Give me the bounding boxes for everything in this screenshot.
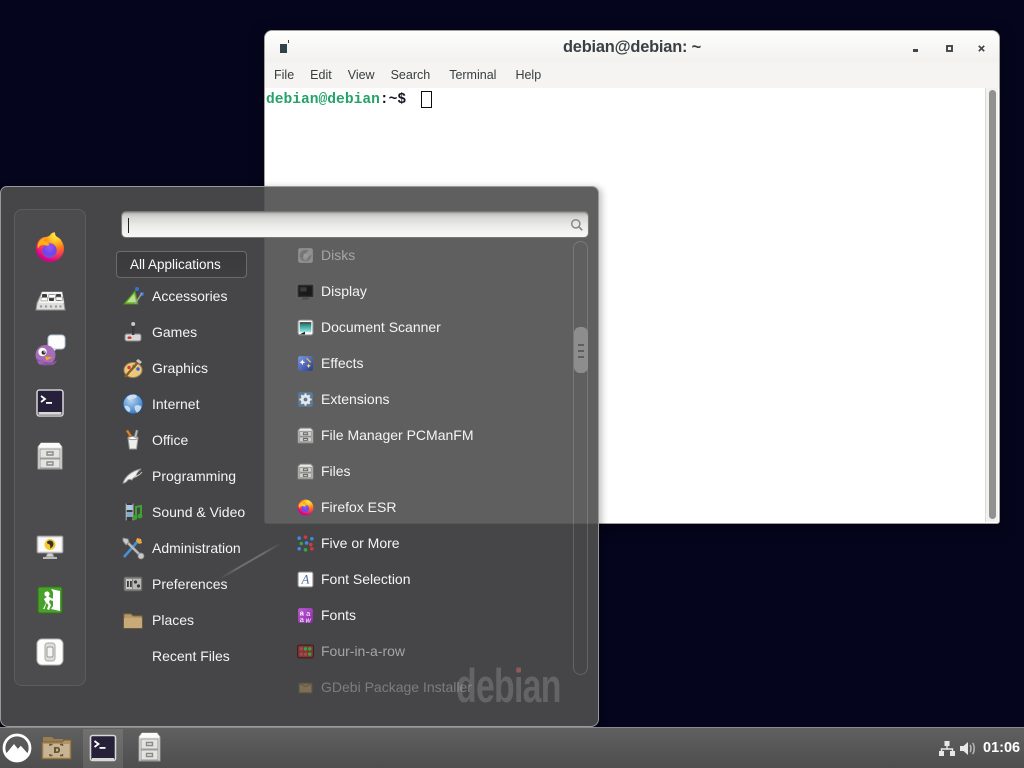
- svg-text:w: w: [305, 615, 311, 624]
- svg-text:A: A: [301, 572, 310, 586]
